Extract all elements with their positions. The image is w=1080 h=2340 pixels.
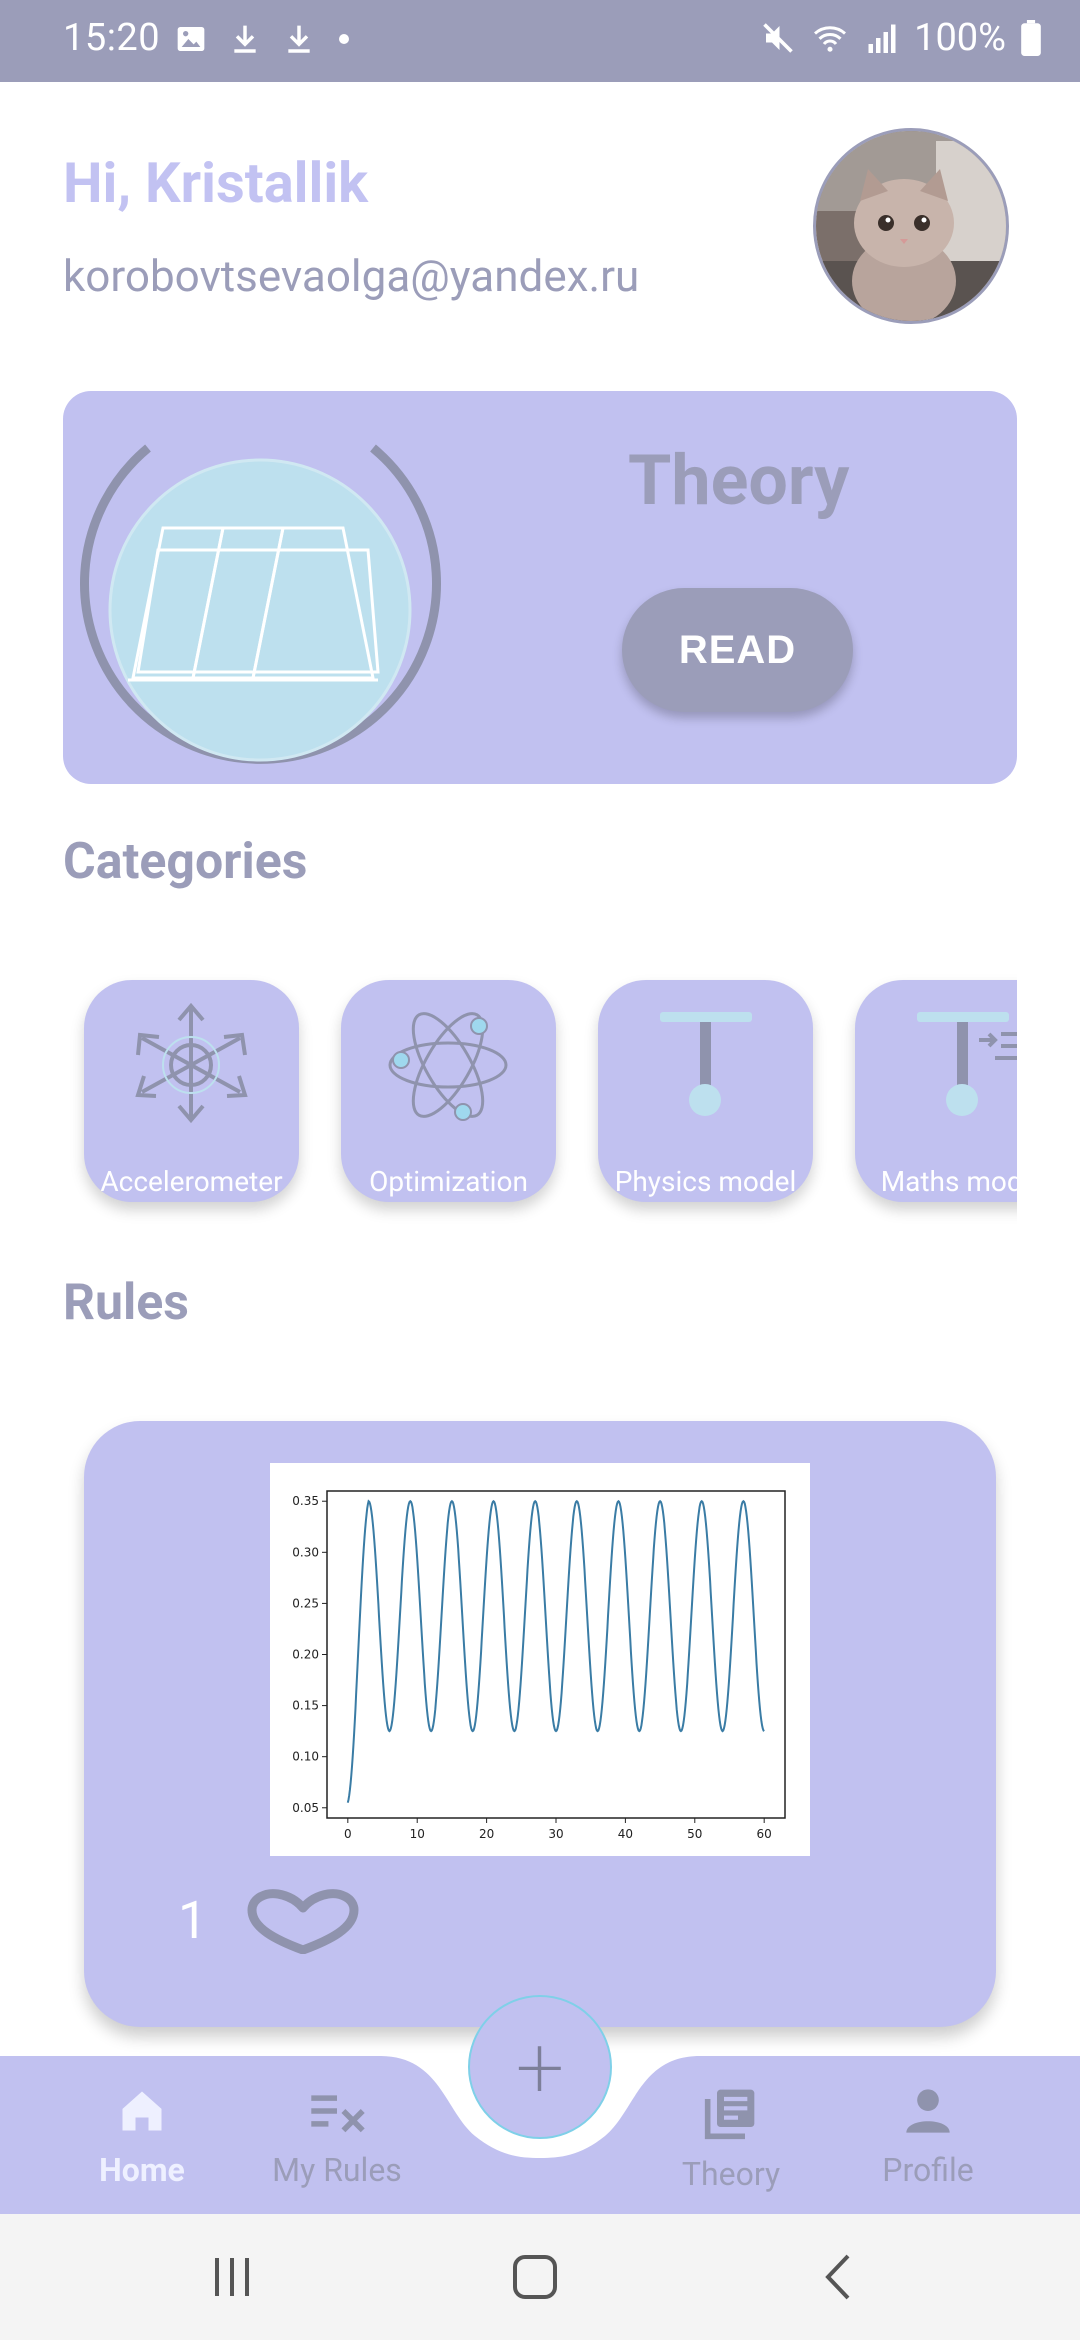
x-tick-label: 40 [618, 1827, 633, 1841]
home-button-icon[interactable] [510, 2252, 560, 2302]
atom-icon [388, 1012, 508, 1121]
category-label: Optimization [369, 1165, 528, 1198]
wifi-icon [814, 26, 847, 52]
categories-title: Categories [63, 833, 308, 891]
dot-icon [339, 34, 349, 44]
signal-icon [868, 24, 896, 53]
rule-chart: 0 10 20 30 40 50 60 0.05 0.10 0.15 0.20 0.25 0.30 0.… [270, 1463, 810, 1856]
kitten-photo [816, 131, 1006, 321]
battery-icon [1021, 20, 1041, 56]
nav-label: Theory [681, 2155, 781, 2193]
read-button[interactable]: READ [622, 588, 853, 712]
y-tick-label: 0.30 [292, 1545, 319, 1559]
category-label: Maths model [880, 1165, 1017, 1198]
category-maths-model[interactable]: Maths model [855, 980, 1017, 1202]
x-tick-label: 20 [479, 1827, 494, 1841]
user-email: korobovtsevaolga@yandex.ru [63, 250, 640, 302]
line-chart: 0 10 20 30 40 50 60 0.05 0.10 0.15 0.20 0.25 0.30 0.… [292, 1490, 786, 1841]
rules-title: Rules [63, 1274, 189, 1332]
nav-home[interactable]: Home [62, 2085, 222, 2189]
nav-theory[interactable]: Theory [651, 2085, 811, 2193]
theory-illustration-icon [80, 444, 441, 764]
home-icon [122, 2091, 162, 2131]
heart-icon[interactable] [246, 1888, 360, 1954]
mute-icon [763, 23, 793, 53]
x-tick-label: 30 [548, 1827, 563, 1841]
plot-frame [326, 1490, 786, 1819]
nav-label: Profile [882, 2151, 974, 2189]
download-icon [288, 25, 310, 53]
theory-title: Theory [628, 440, 850, 522]
category-accelerometer[interactable]: Accelerometer [84, 980, 299, 1202]
pendulum-list-icon [917, 1012, 1017, 1116]
series-line [346, 1499, 765, 1803]
y-tick-label: 0.35 [292, 1494, 319, 1508]
notification-icons [175, 22, 351, 56]
accelerometer-icon [135, 1002, 248, 1124]
category-label: Physics model [614, 1165, 797, 1198]
status-time: 15:20 [63, 16, 161, 60]
pendulum-icon [660, 1012, 752, 1116]
download-icon [234, 25, 256, 53]
nav-label: Home [99, 2151, 185, 2189]
x-tick-label: 50 [687, 1827, 702, 1841]
avatar[interactable] [813, 128, 1009, 324]
y-tick-label: 0.10 [292, 1750, 319, 1764]
back-icon[interactable] [818, 2252, 858, 2302]
recent-apps-icon[interactable] [212, 2254, 252, 2300]
x-tick-label: 0 [344, 1827, 352, 1841]
battery-percent: 100% [914, 16, 1006, 60]
status-right: 100% [760, 16, 1042, 60]
likes-count: 1 [178, 1890, 208, 1951]
library-books-icon [704, 2089, 755, 2140]
system-navigation-bar [0, 2214, 1080, 2340]
y-tick-label: 0.05 [292, 1801, 319, 1815]
add-rule-button[interactable]: + [468, 1995, 612, 2139]
x-tick-label: 10 [410, 1827, 425, 1841]
status-bar: 15:20 100% [0, 0, 1080, 82]
x-tick-label: 60 [757, 1827, 772, 1841]
category-physics-model[interactable]: Physics model [598, 980, 813, 1202]
category-label: Accelerometer [100, 1165, 283, 1198]
y-tick-label: 0.20 [292, 1648, 319, 1662]
greeting: Hi, Kristallik [63, 150, 369, 216]
nav-my-rules[interactable]: My Rules [257, 2085, 417, 2189]
nav-profile[interactable]: Profile [848, 2085, 1008, 2189]
rules-list-icon [311, 2095, 365, 2133]
nav-label: My Rules [272, 2151, 402, 2189]
person-icon [906, 2089, 950, 2133]
categories-list[interactable]: Accelerometer Optimization Physics model [63, 960, 1017, 1225]
category-optimization[interactable]: Optimization [341, 980, 556, 1202]
y-tick-label: 0.15 [292, 1699, 319, 1713]
image-icon [177, 27, 205, 51]
y-tick-label: 0.25 [292, 1596, 319, 1610]
